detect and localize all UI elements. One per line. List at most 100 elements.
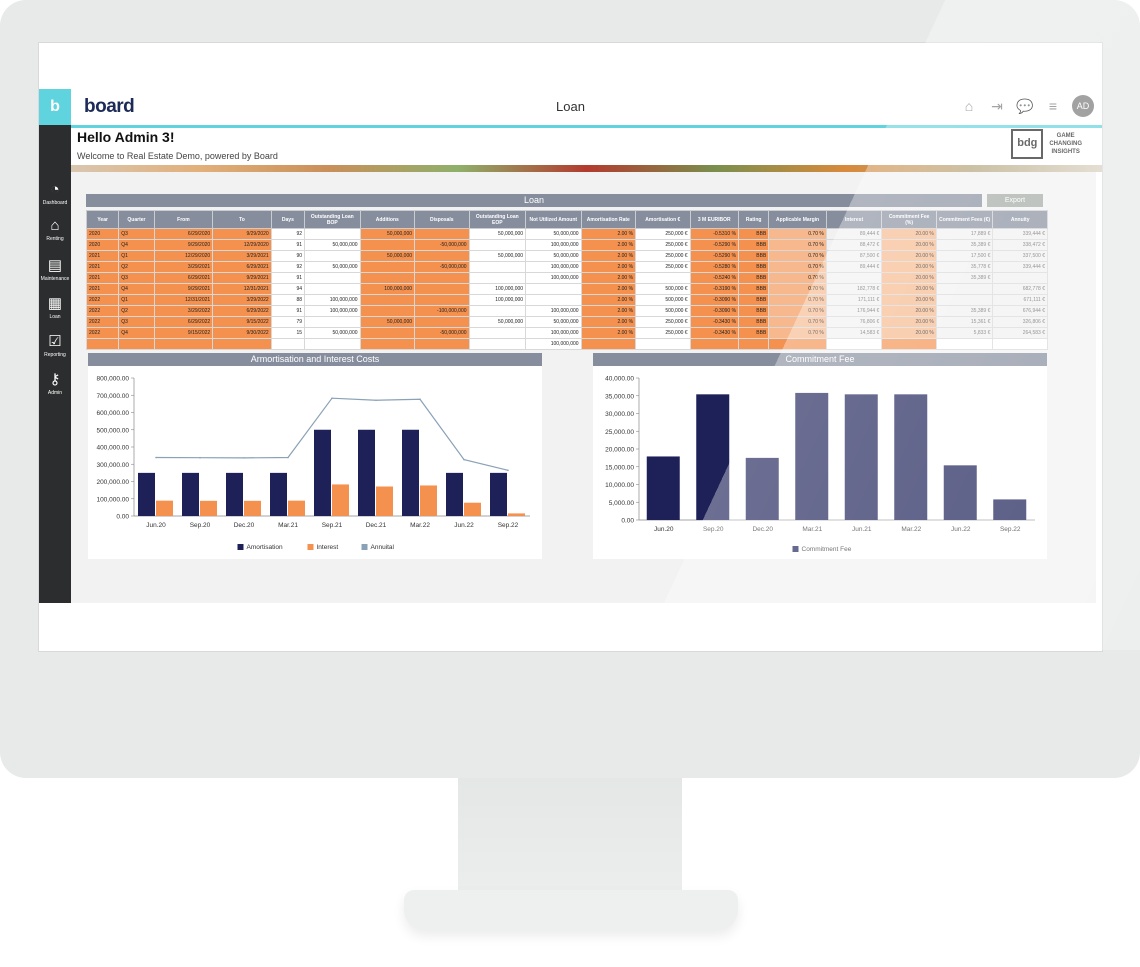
table-cell[interactable]: 2020 (85, 228, 120, 240)
table-cell[interactable]: 264,583 € (992, 327, 1048, 339)
sidebar-item-dashboard[interactable]: ◔ Dashboard (39, 181, 71, 206)
table-cell[interactable]: 87,500 € (825, 250, 883, 262)
table-cell[interactable]: 50,000,000 (468, 316, 527, 328)
table-cell[interactable]: -0.3430 % (689, 327, 740, 339)
table-cell[interactable]: 2022 (85, 327, 120, 339)
table-cell[interactable]: 17,889 € (935, 228, 994, 240)
table-cell[interactable]: 326,806 € (992, 316, 1048, 328)
table-cell[interactable]: 682,778 € (992, 283, 1048, 295)
menu-icon[interactable]: ≡ (1044, 98, 1062, 114)
table-cell[interactable]: -0.3090 % (689, 294, 740, 306)
table-row[interactable]: 2020 Q4 9/29/2020 12/29/2020 91 50,000,000 -50… (85, 239, 1048, 251)
table-cell[interactable]: 2021 (85, 261, 120, 273)
table-cell[interactable] (118, 338, 155, 350)
table-cell[interactable]: 92 (270, 261, 306, 273)
table-cell[interactable]: 35,389 € (935, 305, 994, 317)
table-cell[interactable]: 2.00 % (580, 283, 637, 295)
table-cell[interactable]: -50,000,000 (414, 327, 470, 339)
chat-icon[interactable]: 💬 (1016, 98, 1034, 115)
table-cell[interactable]: 0.70 % (768, 294, 827, 306)
table-cell[interactable]: 35,389 € (935, 272, 994, 284)
table-cell[interactable]: 171,111 € (825, 294, 883, 306)
avatar[interactable]: AD (1072, 95, 1094, 117)
table-row[interactable]: 2022 Q4 9/15/2022 9/30/2022 15 50,000,000 -50,… (85, 327, 1048, 339)
table-cell[interactable]: 20.00 % (881, 283, 937, 295)
table-cell[interactable]: 0.70 % (768, 228, 827, 240)
table-cell[interactable]: 9/29/2021 (212, 272, 272, 284)
table-cell[interactable]: BBB (738, 327, 770, 339)
table-cell[interactable]: 50,000,000 (359, 228, 416, 240)
table-cell[interactable] (468, 239, 527, 251)
table-cell[interactable]: 6/29/2022 (153, 316, 214, 328)
table-cell[interactable]: Q4 (118, 239, 155, 251)
table-cell[interactable] (738, 338, 770, 350)
table-cell[interactable]: 100,000,000 (468, 283, 527, 295)
table-cell[interactable]: Q3 (118, 316, 155, 328)
table-cell[interactable]: 2.00 % (580, 228, 637, 240)
table-cell[interactable] (304, 338, 361, 350)
table-cell[interactable]: 671,111 € (992, 294, 1048, 306)
table-cell[interactable]: 337,500 € (992, 250, 1048, 262)
table-cell[interactable]: 15 (270, 327, 306, 339)
table-cell[interactable]: -0.3190 % (689, 283, 740, 295)
table-cell[interactable] (212, 338, 272, 350)
table-cell[interactable]: 250,000 € (635, 239, 691, 251)
table-cell[interactable]: 94 (270, 283, 306, 295)
table-cell[interactable] (881, 338, 937, 350)
table-cell[interactable]: 20.00 % (881, 305, 937, 317)
table-cell[interactable]: 20.00 % (881, 228, 937, 240)
table-cell[interactable]: 100,000,000 (304, 294, 361, 306)
table-cell[interactable]: 91 (270, 272, 306, 284)
table-row[interactable]: 2021 Q1 12/29/2020 3/29/2021 90 50,000,000 50,… (85, 250, 1048, 262)
table-row[interactable]: 2022 Q3 6/29/2022 9/15/2022 79 50,000,000 50,0… (85, 316, 1048, 328)
table-cell[interactable] (689, 338, 740, 350)
table-cell[interactable] (525, 294, 582, 306)
table-cell[interactable]: -0.5290 % (689, 239, 740, 251)
table-cell[interactable]: -50,000,000 (414, 239, 470, 251)
table-cell[interactable]: 15,361 € (935, 316, 994, 328)
table-cell[interactable]: 20.00 % (881, 272, 937, 284)
table-cell[interactable]: 500,000 € (635, 294, 691, 306)
column-header[interactable]: Rating (738, 210, 770, 229)
table-cell[interactable] (825, 272, 883, 284)
table-cell[interactable]: 0.70 % (768, 327, 827, 339)
table-cell[interactable]: 3/29/2021 (212, 250, 272, 262)
table-cell[interactable]: 5,833 € (935, 327, 994, 339)
table-cell[interactable]: 0.70 % (768, 283, 827, 295)
table-cell[interactable]: 9/29/2020 (153, 239, 214, 251)
sidebar-item-admin[interactable]: ⚷ Admin (39, 371, 71, 396)
table-cell[interactable] (580, 338, 637, 350)
table-cell[interactable]: 100,000,000 (525, 272, 582, 284)
table-cell[interactable]: 50,000,000 (468, 228, 527, 240)
sidebar-item-loan[interactable]: ▦ Loan (39, 295, 71, 320)
column-header[interactable]: Outstanding Loan EOP (468, 210, 527, 229)
table-cell[interactable] (768, 338, 827, 350)
table-cell[interactable]: 2022 (85, 294, 120, 306)
table-cell[interactable]: 9/29/2020 (212, 228, 272, 240)
table-cell[interactable]: BBB (738, 228, 770, 240)
table-cell[interactable]: 20.00 % (881, 327, 937, 339)
table-cell[interactable] (992, 272, 1048, 284)
table-cell[interactable]: 50,000,000 (304, 261, 361, 273)
table-cell[interactable] (359, 261, 416, 273)
table-cell[interactable]: 2021 (85, 272, 120, 284)
table-cell[interactable]: 0.70 % (768, 272, 827, 284)
table-cell[interactable]: BBB (738, 283, 770, 295)
table-cell[interactable]: 20.00 % (881, 261, 937, 273)
table-cell[interactable]: Q3 (118, 272, 155, 284)
table-cell[interactable] (359, 272, 416, 284)
table-cell[interactable]: 100,000,000 (525, 305, 582, 317)
table-cell[interactable]: 92 (270, 228, 306, 240)
table-cell[interactable]: 20.00 % (881, 250, 937, 262)
column-header[interactable]: Amortisation € (635, 210, 691, 229)
column-header[interactable]: Annuity (992, 210, 1048, 229)
table-cell[interactable]: 90 (270, 250, 306, 262)
table-cell[interactable]: 50,000,000 (468, 250, 527, 262)
table-cell[interactable]: 9/15/2022 (212, 316, 272, 328)
table-cell[interactable]: -50,000,000 (414, 261, 470, 273)
table-cell[interactable]: 89,444 € (825, 261, 883, 273)
table-cell[interactable]: 50,000,000 (304, 327, 361, 339)
table-cell[interactable]: 0.70 % (768, 239, 827, 251)
table-cell[interactable] (635, 338, 691, 350)
table-cell[interactable]: 20.00 % (881, 239, 937, 251)
